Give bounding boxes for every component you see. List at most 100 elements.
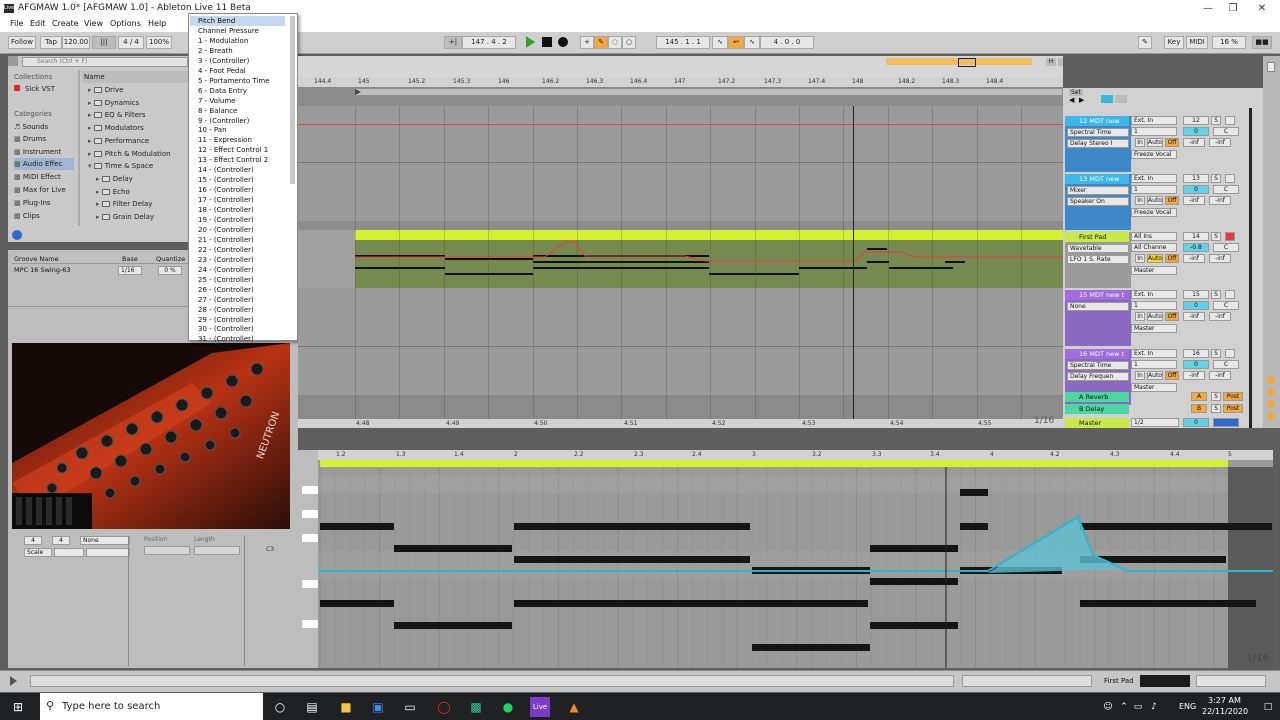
return-a-solo-button[interactable]: S (1211, 392, 1221, 401)
draw-mode-icon[interactable]: ✎ (1138, 36, 1152, 49)
master-volume-field[interactable]: 0 (1183, 418, 1209, 427)
track-arm-icon[interactable] (1225, 349, 1235, 358)
track-input-select[interactable]: Ext. In (1131, 174, 1177, 183)
dropdown-item[interactable]: 29 - (Controller) (198, 315, 254, 325)
clip-scale-button[interactable]: Scale (24, 548, 52, 557)
start-marker-icon[interactable] (355, 89, 361, 95)
dropdown-item[interactable]: 14 - (Controller) (198, 165, 254, 175)
dropdown-item[interactable]: 31 - (Controller) (198, 334, 254, 344)
monitor-off-button[interactable]: Off (1165, 371, 1179, 380)
ableton-live-icon[interactable]: Live (530, 697, 550, 717)
store-icon[interactable]: ▣ (368, 697, 388, 717)
master-pan-field[interactable] (1213, 418, 1239, 427)
dropdown-item[interactable]: 15 - (Controller) (198, 175, 254, 185)
beat-time-ruler[interactable]: 144.4 145 145.2 145.3 146 146.2 146.3 146.4 147 1… (298, 77, 1063, 88)
track-device-select[interactable]: Spectral Time (1067, 128, 1129, 137)
dropdown-item[interactable]: 1 - Modulation (198, 36, 248, 46)
arrangement-right-scroll[interactable] (1263, 56, 1280, 428)
dropdown-item[interactable]: 30 - (Controller) (198, 324, 254, 334)
track-param-select[interactable]: LFO 1 S. Rate (1067, 255, 1129, 264)
track-volume-field[interactable]: -0.8 (1183, 243, 1209, 252)
track-pan-field[interactable]: C (1213, 360, 1239, 369)
midi-map-button[interactable]: MIDI (1186, 36, 1208, 49)
clip-length-field[interactable] (194, 546, 240, 555)
midi-clip-header[interactable] (355, 230, 1063, 240)
device-preview[interactable] (1140, 675, 1190, 687)
windows-start-icon[interactable]: ⊞ (8, 697, 28, 717)
monitor-in-button[interactable]: In (1135, 312, 1145, 321)
dropdown-item[interactable]: 17 - (Controller) (198, 195, 254, 205)
track-output-select[interactable]: Master (1131, 324, 1177, 333)
track-output-select[interactable]: Freeze Vocal (1131, 208, 1177, 217)
dropdown-item[interactable]: Pitch Bend (190, 16, 285, 26)
clip-groove-select[interactable]: None (80, 536, 130, 545)
automation-arm-icon[interactable]: ✎ (594, 36, 608, 49)
track-pan-field[interactable]: C (1213, 185, 1239, 194)
monitor-in-button[interactable]: In (1135, 254, 1145, 263)
return-lane-b[interactable] (298, 407, 1063, 419)
clip-ruler[interactable]: 1.2 1.3 1.4 2 2.2 2.3 2.4 3 3.2 3.3 3.4 4 4.2 4.3 4.4 5 (318, 450, 1273, 460)
menu-options[interactable]: Options (110, 19, 141, 28)
track-input-select[interactable]: All Ins (1131, 232, 1177, 241)
browser-item-dynamics[interactable]: ▸ Dynamics (88, 97, 139, 109)
loop-length-field[interactable]: 4 . 0 . 0 (760, 36, 814, 49)
monitor-off-button[interactable]: Off (1165, 138, 1179, 147)
punch-out-icon[interactable]: ∿ (744, 36, 760, 49)
track-solo-button[interactable]: S (1211, 116, 1221, 125)
menu-help[interactable]: Help (148, 19, 166, 28)
monitor-in-button[interactable]: In (1135, 371, 1145, 380)
zoom-field[interactable]: 100% (146, 36, 172, 49)
loop-switch-icon[interactable]: ↩ (728, 36, 744, 49)
dropdown-item[interactable]: 4 - Foot Pedal (198, 66, 246, 76)
arrangement-grid-quantize[interactable]: 1/16 (1034, 416, 1054, 426)
scroll-up-icon[interactable] (1267, 62, 1275, 72)
dropdown-item[interactable]: 19 - (Controller) (198, 215, 254, 225)
master-track-title[interactable]: Master (1065, 418, 1129, 428)
menu-view[interactable]: View (84, 19, 103, 28)
dropdown-item[interactable]: 7 - Volume (198, 96, 235, 106)
track-arm-icon[interactable] (1225, 174, 1235, 183)
track-title[interactable]: First Pad (1065, 232, 1129, 242)
clock-time[interactable]: 3:27 AM (1208, 696, 1241, 705)
return-a-button[interactable]: A (1191, 392, 1207, 401)
mixer-toggle-icon[interactable] (1267, 412, 1275, 420)
menu-create[interactable]: Create (52, 19, 79, 28)
language-indicator[interactable]: ENG (1179, 702, 1196, 711)
dropdown-item[interactable]: 8 - Balance (198, 106, 237, 116)
monitor-off-button[interactable]: Off (1165, 254, 1179, 263)
time-ruler[interactable] (298, 419, 1063, 428)
chat-app-icon[interactable]: ▩ (466, 697, 486, 717)
monitor-auto-button[interactable]: Auto (1147, 312, 1163, 321)
song-position-field[interactable]: 147 . 4 . 2 (462, 36, 516, 49)
piano-key[interactable] (302, 534, 318, 542)
dropdown-item[interactable]: 3 - (Controller) (198, 56, 249, 66)
track-title[interactable]: 13 MDT new (1065, 174, 1129, 184)
track-input-select[interactable]: Ext. In (1131, 349, 1177, 358)
return-track-b-title[interactable]: B Delay (1065, 404, 1129, 414)
browser-item-delay[interactable]: ▸ Delay (96, 173, 133, 185)
overview-h-button[interactable]: H (1046, 58, 1056, 66)
clip-overview-mini[interactable] (962, 675, 1092, 687)
track-title[interactable]: 16 MDT new t (1065, 349, 1129, 359)
master-output-select[interactable]: 1/2 (1131, 418, 1179, 427)
piano-keys[interactable] (298, 450, 318, 668)
browser-item-grain-delay[interactable]: ▸ Grain Delay (96, 211, 154, 223)
status-expand-icon[interactable] (10, 676, 17, 686)
return-b-solo-button[interactable]: S (1211, 404, 1221, 413)
track-input-select[interactable]: Ext. In (1131, 290, 1177, 299)
play-icon[interactable] (526, 36, 535, 48)
locator-prev-icon[interactable]: ◀ (1069, 96, 1074, 104)
track-param-select[interactable]: Delay Stereo I (1067, 139, 1129, 148)
track-arm-icon[interactable] (1225, 290, 1235, 299)
vlc-icon[interactable]: ▲ (564, 697, 584, 717)
browser-name-header[interactable]: Name (82, 71, 188, 83)
dropdown-item[interactable]: 10 - Pan (198, 125, 227, 135)
track-solo-button[interactable]: S (1211, 174, 1221, 183)
browser-toggle-icon[interactable] (8, 56, 18, 66)
category-sounds[interactable]: ♬ Sounds (14, 121, 74, 133)
clip-scale-root-select[interactable] (54, 548, 84, 557)
set-button[interactable]: Set (1069, 89, 1083, 96)
browser-item-drive[interactable]: ▸ Drive (88, 84, 123, 96)
io-toggle-icon[interactable] (1267, 376, 1275, 384)
browser-search-input[interactable]: Search (Ctrl + F) (22, 57, 188, 67)
